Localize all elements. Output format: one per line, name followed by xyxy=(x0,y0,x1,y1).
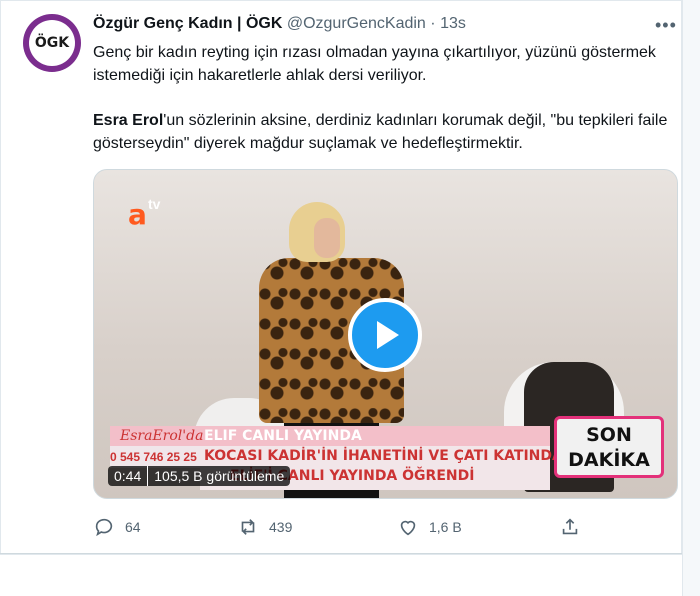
show-logo: EsraErol'da xyxy=(120,428,204,444)
reply-button[interactable]: 64 xyxy=(93,513,141,541)
channel-logo: a tv xyxy=(128,192,170,231)
son-dakika-line-1: SON xyxy=(586,424,632,446)
display-name[interactable]: Özgür Genç Kadın | ÖGK xyxy=(93,15,282,32)
like-count: 1,6 B xyxy=(429,519,462,535)
tweet-card[interactable]: ÖGK Özgür Genç Kadın | ÖGK @OzgurGencKad… xyxy=(0,0,682,555)
phone-number: 0 545 746 25 25 xyxy=(110,446,200,468)
more-icon[interactable]: ••• xyxy=(655,15,677,36)
scrollbar-track[interactable] xyxy=(682,0,700,596)
retweet-count: 439 xyxy=(269,519,293,535)
channel-logo-tv: tv xyxy=(148,196,161,212)
like-button[interactable]: 1,6 B xyxy=(397,513,462,541)
user-handle[interactable]: @OzgurGencKadin xyxy=(287,15,426,32)
video-views: 105,5 B görüntüleme xyxy=(154,468,285,484)
headline-line-1: KOCASI KADİR'İN İHANETİNİ VE ÇATI KATIND… xyxy=(204,448,563,464)
divider xyxy=(0,553,700,554)
live-caption: ELIF CANLI YAYINDA xyxy=(204,428,362,444)
tweet-header: Özgür Genç Kadın | ÖGK @OzgurGencKadin ·… xyxy=(93,15,466,33)
timestamp[interactable]: 13s xyxy=(440,15,466,32)
channel-logo-a: a xyxy=(128,198,147,231)
mention-name: Esra Erol xyxy=(93,112,164,129)
reply-count: 64 xyxy=(125,519,141,535)
tweet-text-2-rest: 'un sözlerinin aksine, derdiniz kadınlar… xyxy=(93,112,668,152)
son-dakika-line-2: DAKİKA xyxy=(568,449,650,471)
video-info-bar: 0:44 105,5 B görüntüleme xyxy=(108,466,291,486)
video-duration: 0:44 xyxy=(114,468,142,484)
retweet-button[interactable]: 439 xyxy=(237,513,292,541)
tweet-text-2: Esra Erol'un sözlerinin aksine, derdiniz… xyxy=(93,109,668,155)
play-icon[interactable] xyxy=(348,298,422,372)
reply-icon xyxy=(95,518,113,537)
separator-dot: · xyxy=(430,15,436,32)
avatar-logo: ÖGK xyxy=(29,20,75,66)
tweet-actions: 64 439 1,6 B xyxy=(93,513,593,541)
like-icon xyxy=(400,520,416,536)
avatar[interactable]: ÖGK xyxy=(23,14,81,72)
son-dakika-badge: SON DAKİKA xyxy=(554,416,664,478)
host-face xyxy=(314,218,340,258)
tweet-text-1: Genç bir kadın reyting için rızası olmad… xyxy=(93,44,656,84)
share-button[interactable] xyxy=(559,513,581,541)
video-player[interactable]: a tv EsraErol'da ELIF CANLI YAYINDA 0 54… xyxy=(93,169,678,499)
retweet-icon xyxy=(241,519,255,535)
share-icon xyxy=(562,518,578,535)
